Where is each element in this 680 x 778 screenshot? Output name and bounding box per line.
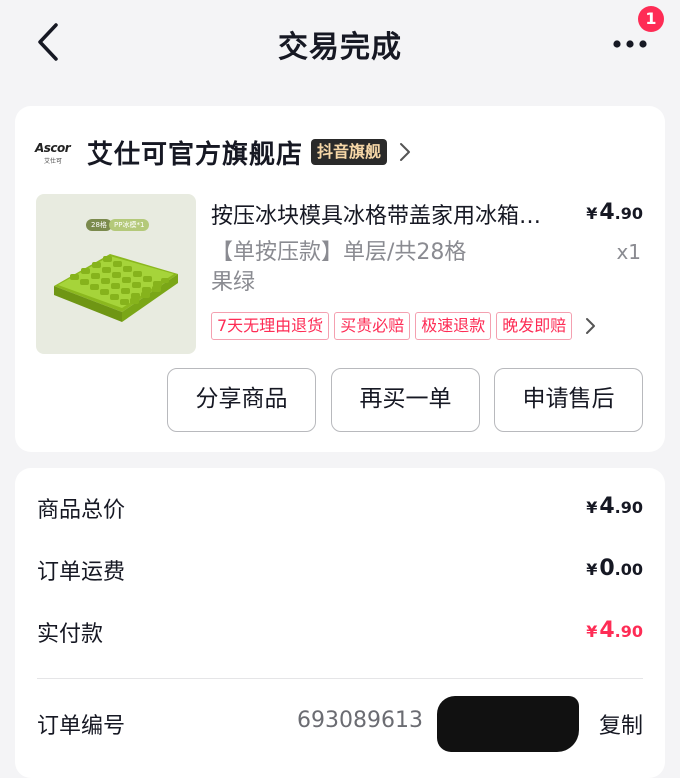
- top-nav-bar: 交易完成 1: [0, 0, 680, 90]
- shop-header[interactable]: Ascor 艾仕可 艾仕可官方旗舰店 抖音旗舰: [35, 132, 417, 172]
- order-number-row: 订单编号 693089613 复制: [37, 696, 643, 752]
- notification-badge: 1: [638, 6, 664, 32]
- shop-logo-text: Ascor: [35, 141, 71, 155]
- product-price: ¥4.90: [586, 200, 643, 225]
- paid-amount-value: ¥4.90: [586, 618, 643, 643]
- shipping-fee-value: ¥0.00: [586, 556, 643, 581]
- product-image[interactable]: 28格 PP冰模*1: [36, 194, 196, 354]
- share-product-button[interactable]: 分享商品: [167, 368, 316, 432]
- ice-tray-illustration: [54, 254, 178, 322]
- buy-again-button[interactable]: 再买一单: [331, 368, 480, 432]
- paid-amount-row: 实付款 ¥4.90: [37, 612, 643, 652]
- chevron-right-icon: [399, 140, 417, 164]
- order-card: Ascor 艾仕可 艾仕可官方旗舰店 抖音旗舰 28格 PP冰模*1 按压冰块模…: [15, 106, 665, 452]
- service-tag: 7天无理由退货: [211, 312, 330, 340]
- product-title[interactable]: 按压冰块模具冰格带盖家用冰箱冻冰块: [211, 198, 551, 230]
- order-summary-card: 商品总价 ¥4.90 订单运费 ¥0.00 实付款 ¥4.90 订单编号 693…: [15, 468, 665, 778]
- shop-name: 艾仕可官方旗舰店: [87, 139, 304, 170]
- redaction-mark: [437, 696, 579, 752]
- shipping-fee-row: 订单运费 ¥0.00: [37, 550, 643, 590]
- chevron-right-icon[interactable]: [585, 314, 601, 338]
- service-tag: 极速退款: [415, 312, 492, 340]
- copy-order-number-button[interactable]: 复制: [599, 708, 643, 740]
- shipping-fee-label: 订单运费: [37, 560, 126, 585]
- product-quantity: x1: [616, 240, 641, 264]
- shop-logo: Ascor 艾仕可: [35, 138, 75, 166]
- service-tag: 晚发即赔: [496, 312, 573, 340]
- shop-logo-subtext: 艾仕可: [44, 158, 63, 165]
- service-tag: 买贵必赔: [334, 312, 411, 340]
- total-price-label: 商品总价: [37, 498, 126, 523]
- flagship-tag: 抖音旗舰: [311, 139, 388, 165]
- divider: [37, 678, 643, 679]
- order-number-value: 693089613: [297, 708, 423, 733]
- product-spec: 【单按压款】单层/共28格 果绿: [211, 238, 511, 298]
- order-number-label: 订单编号: [37, 714, 126, 739]
- more-dots-icon: [613, 40, 647, 48]
- product-spec-line: 【单按压款】单层/共28格: [211, 240, 467, 265]
- paid-amount-label: 实付款: [37, 622, 104, 647]
- product-spec-line: 果绿: [211, 270, 256, 295]
- service-guarantee-row[interactable]: 7天无理由退货 买贵必赔 极速退款 晚发即赔: [211, 312, 601, 340]
- after-sale-button[interactable]: 申请售后: [494, 368, 643, 432]
- page-title: 交易完成: [278, 30, 402, 65]
- total-price-row: 商品总价 ¥4.90: [37, 488, 643, 528]
- total-price-value: ¥4.90: [586, 494, 643, 519]
